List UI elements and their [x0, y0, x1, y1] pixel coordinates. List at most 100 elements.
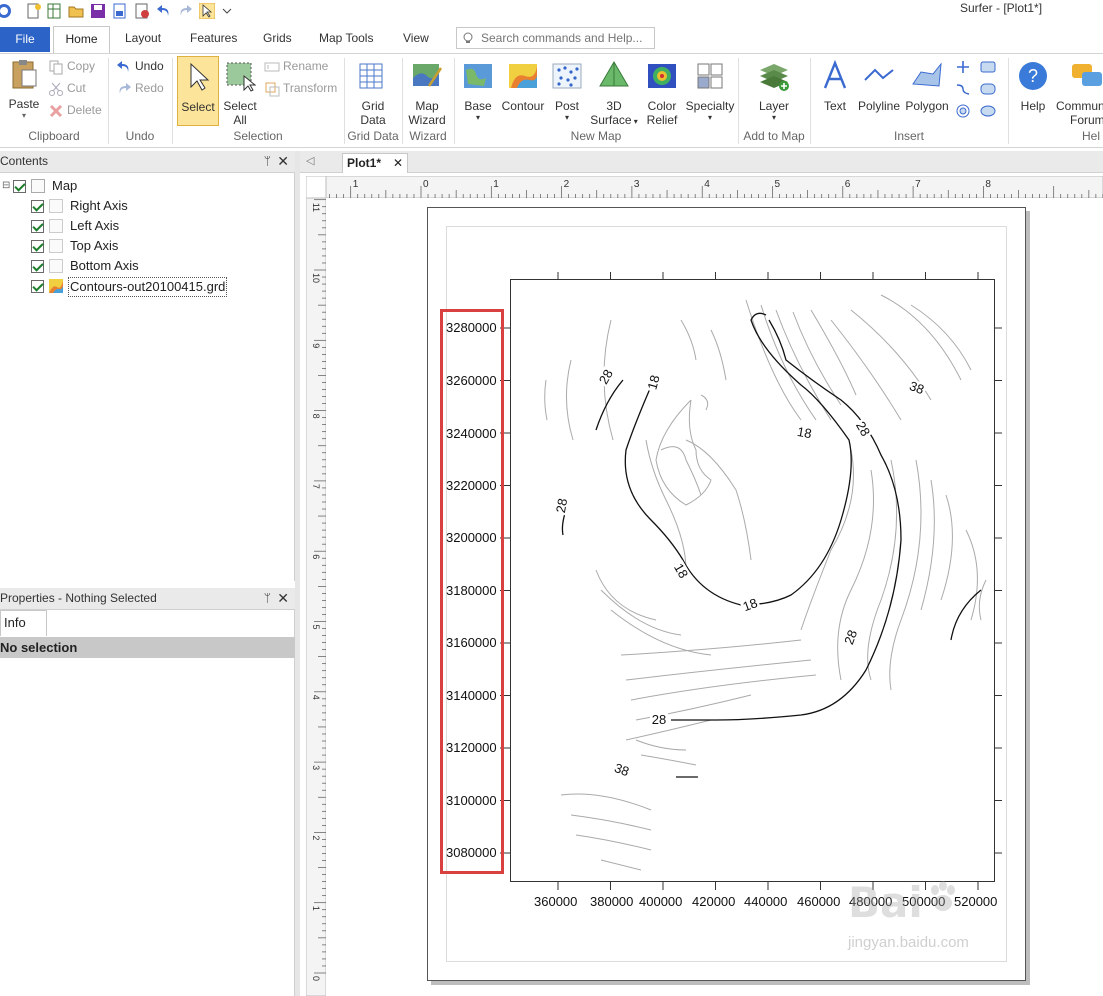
save-icon[interactable]: [90, 3, 106, 19]
select-all-button[interactable]: Select All: [222, 60, 258, 127]
ruler-label: 5: [311, 625, 321, 630]
community-forum-button[interactable]: Commun Forum: [1054, 60, 1103, 127]
spline-icon[interactable]: [956, 82, 970, 96]
watermark-brand: Bai: [848, 878, 923, 927]
tab-info[interactable]: Info: [0, 610, 47, 636]
layer-icon: [760, 64, 789, 91]
help-button[interactable]: ? Help: [1014, 60, 1052, 113]
customize-dropdown-icon[interactable]: [219, 3, 235, 19]
add-layer-button[interactable]: Layer ▾: [754, 60, 794, 122]
tree-item-bottom-axis[interactable]: Bottom Axis: [0, 257, 280, 275]
3d-surface-button[interactable]: 3D Surface ▾: [588, 60, 640, 127]
rename-button[interactable]: Rename: [264, 59, 328, 77]
rounded-rect-icon[interactable]: [980, 82, 996, 96]
undo-qa-icon[interactable]: [156, 3, 172, 19]
tree-item-label: Top Axis: [70, 238, 119, 253]
tab-layout[interactable]: Layout: [125, 31, 161, 45]
axis-ticks: [500, 272, 1002, 890]
print-icon[interactable]: [134, 3, 150, 19]
clipboard-group-label: Clipboard: [28, 129, 80, 143]
vertical-ruler: 11109876543210: [306, 198, 326, 996]
specialty-map-icon: [697, 63, 723, 89]
scroll-left-icon[interactable]: ◁: [306, 154, 314, 167]
ruler-label: 6: [845, 179, 851, 190]
tab-features[interactable]: Features: [190, 31, 237, 45]
pointer-icon: [190, 62, 210, 91]
tree-item-right-axis[interactable]: Right Axis: [0, 197, 280, 215]
symbol-icon[interactable]: [956, 60, 970, 74]
copy-button[interactable]: Copy: [48, 59, 95, 77]
pin-icon[interactable]: ᛘ: [264, 588, 271, 609]
3d-surface-label-1: 3D: [606, 99, 622, 113]
rectangle-icon[interactable]: [980, 60, 996, 74]
specialty-map-button[interactable]: Specialty ▾: [684, 60, 736, 122]
color-relief-label-1: Color: [647, 99, 677, 113]
ellipse-icon[interactable]: [980, 104, 996, 118]
checkbox-icon[interactable]: [31, 200, 44, 213]
target-icon[interactable]: [956, 104, 970, 118]
checkbox-icon[interactable]: [31, 240, 44, 253]
cut-button[interactable]: Cut: [48, 81, 86, 99]
polyline-button[interactable]: Polyline: [856, 60, 902, 113]
app-logo-icon[interactable]: [0, 3, 12, 19]
redo-button[interactable]: Redo: [116, 81, 164, 99]
redo-qa-icon[interactable]: [177, 3, 193, 19]
save-as-icon[interactable]: [112, 3, 128, 19]
checkbox-icon[interactable]: [31, 280, 44, 293]
pointer-qa-icon[interactable]: [199, 3, 215, 19]
tab-home[interactable]: Home: [53, 26, 110, 53]
base-map-button[interactable]: Base ▾: [460, 60, 496, 122]
color-relief-button[interactable]: Color Relief: [643, 60, 681, 127]
help-label: Help: [1020, 99, 1046, 113]
polygon-button[interactable]: Polygon: [904, 60, 950, 113]
contour-layer-icon: [49, 279, 63, 293]
new-file-icon[interactable]: [26, 3, 42, 19]
axis-icon: [49, 259, 63, 273]
paste-button[interactable]: Paste ▾: [4, 58, 44, 120]
close-icon[interactable]: ✕: [277, 151, 289, 172]
tree-item-map[interactable]: ⊟ Map: [0, 177, 280, 195]
map-wizard-button[interactable]: Map Wizard: [406, 60, 448, 127]
polygon-icon: [912, 62, 942, 87]
close-tab-icon[interactable]: ✕: [393, 154, 403, 172]
tab-plot1[interactable]: Plot1* ✕: [342, 153, 408, 173]
undo-button[interactable]: Undo: [116, 59, 164, 77]
search-box[interactable]: [456, 27, 655, 49]
map-wizard-label-1: Map: [415, 99, 439, 113]
tree-item-top-axis[interactable]: Top Axis: [0, 237, 280, 255]
3d-surface-icon: [599, 61, 629, 87]
checkbox-icon[interactable]: [13, 180, 26, 193]
ruler-label: 2: [564, 179, 570, 190]
tree-item-left-axis[interactable]: Left Axis: [0, 217, 280, 235]
transform-button[interactable]: Transform: [264, 81, 337, 99]
post-map-button[interactable]: Post ▾: [550, 60, 584, 122]
grid-data-icon: [359, 63, 383, 89]
grid-data-button[interactable]: Grid Data: [352, 60, 394, 127]
collapse-icon[interactable]: ⊟: [2, 177, 10, 195]
tree-item-contours[interactable]: Contours-out20100415.grd: [0, 277, 280, 297]
lightbulb-icon: [463, 32, 473, 43]
select-button[interactable]: Select: [177, 56, 219, 126]
tab-grids[interactable]: Grids: [263, 31, 292, 45]
contour-map-button[interactable]: Contour: [500, 60, 546, 113]
ruler-label: 0: [311, 976, 321, 981]
tree-item-label: Contours-out20100415.grd: [68, 277, 228, 297]
transform-icon: [265, 82, 280, 97]
tab-map-tools[interactable]: Map Tools: [319, 31, 373, 45]
text-button[interactable]: Text: [818, 59, 852, 113]
delete-button[interactable]: Delete: [48, 103, 102, 121]
search-input[interactable]: [481, 30, 651, 46]
checkbox-icon[interactable]: [31, 220, 44, 233]
checkbox-icon[interactable]: [31, 260, 44, 273]
open-folder-icon[interactable]: [68, 3, 84, 19]
close-icon[interactable]: ✕: [277, 588, 289, 609]
tab-file[interactable]: File: [0, 27, 50, 52]
tab-view[interactable]: View: [403, 31, 429, 45]
scissors-icon: [49, 82, 63, 96]
new-worksheet-icon[interactable]: [46, 3, 62, 19]
post-map-icon: [552, 63, 582, 89]
pin-icon[interactable]: ᛘ: [264, 151, 271, 172]
contour-label: Contour: [501, 99, 545, 113]
contour-map-icon: [509, 64, 537, 88]
undo-icon: [117, 61, 129, 72]
